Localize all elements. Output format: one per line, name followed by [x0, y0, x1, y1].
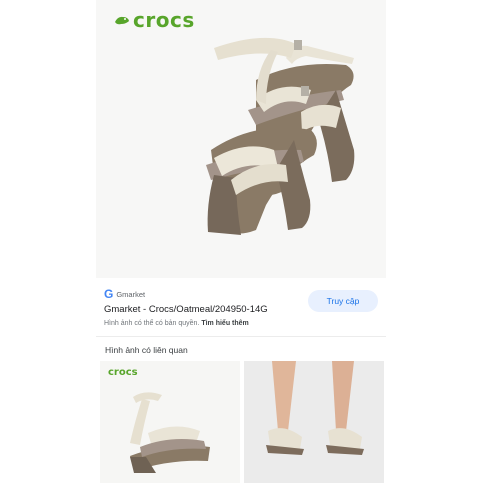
crocs-logo: crocs: [108, 367, 138, 378]
visit-button[interactable]: Truy cập: [308, 290, 378, 312]
croc-mascot-icon: [115, 16, 129, 25]
sandal-side-view: [130, 392, 210, 473]
result-info: G Gmarket Gmarket - Crocs/Oatmeal/204950…: [96, 278, 386, 336]
copyright-notice: Hình ảnh có thể có bản quyền. Tìm hiểu t…: [104, 320, 249, 327]
source-name: Gmarket: [116, 289, 146, 299]
gmarket-logo-icon: G: [104, 287, 114, 301]
crocs-logo: crocs: [114, 8, 195, 32]
result-title[interactable]: Gmarket - Crocs/Oatmeal/204950-14G: [104, 304, 268, 315]
divider: [96, 336, 386, 337]
source-row[interactable]: G Gmarket: [104, 287, 145, 301]
related-thumbnail[interactable]: [244, 361, 384, 483]
related-thumbnail[interactable]: crocs: [100, 361, 240, 483]
sandals-illustration: [206, 37, 355, 235]
model-wearing-sandals: [244, 361, 384, 483]
learn-more-link[interactable]: Tìm hiểu thêm: [201, 320, 248, 327]
related-images-heading: Hình ảnh có liên quan: [105, 345, 188, 355]
product-image[interactable]: crocs: [96, 0, 386, 278]
